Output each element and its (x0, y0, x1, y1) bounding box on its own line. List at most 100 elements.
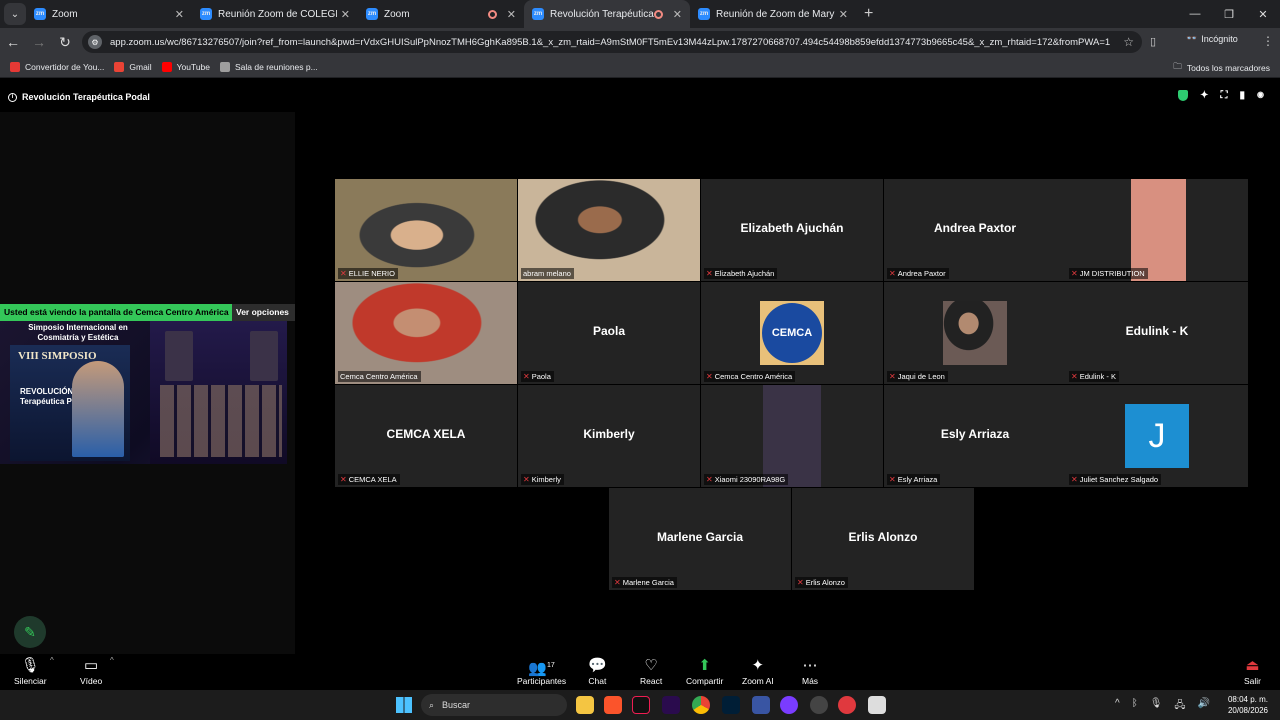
forward-icon[interactable]: → (26, 34, 52, 50)
close-tab-icon[interactable]: ✕ (839, 8, 848, 21)
sidebar-icon[interactable]: ▯ (1150, 35, 1156, 48)
chrome-icon[interactable] (692, 696, 710, 714)
meeting-title: Revolución Terapéutica Podal (22, 92, 150, 102)
react-button[interactable]: ♡ React (640, 656, 662, 686)
browser-menu-icon[interactable]: ⋮ (1262, 34, 1274, 48)
view-options-button[interactable]: Ver opciones (232, 304, 295, 321)
participant-tile[interactable]: ✕ Jaqui de Leon (884, 282, 1066, 384)
tab-search-button[interactable]: ⌄ (4, 3, 26, 25)
file-explorer-icon[interactable] (576, 696, 594, 714)
minimize-button[interactable]: — (1178, 8, 1212, 20)
address-bar[interactable]: ⚙ app.zoom.us/wc/86713276507/join?ref_fr… (82, 31, 1142, 53)
participant-tile[interactable]: Esly Arriaza ✕ Esly Arriaza (884, 385, 1066, 487)
back-icon[interactable]: ← (0, 34, 26, 50)
taskbar-search[interactable]: ⌕ Buscar (421, 694, 567, 716)
close-tab-icon[interactable]: ✕ (673, 8, 682, 21)
photoshop-icon[interactable] (722, 696, 740, 714)
participants-count: 17 (547, 662, 555, 669)
zoom-favicon-icon: zm (698, 8, 710, 20)
bookmark-item[interactable]: Convertidor de You... (10, 61, 104, 72)
participant-tile[interactable]: Cemca Centro América (335, 282, 517, 384)
participant-tile[interactable]: Edulink - K ✕ Edulink - K (1066, 282, 1248, 384)
bookmark-item[interactable]: YouTube (161, 61, 210, 72)
more-button[interactable]: ⋯ Más (802, 656, 818, 686)
participant-tile[interactable]: ✕ JM DISTRIBUTION (1066, 179, 1248, 281)
chevron-up-icon[interactable]: ^ (1115, 698, 1120, 715)
video-options-chevron-icon[interactable]: ^ (110, 656, 114, 665)
ai-companion-icon[interactable]: ✦ (1200, 90, 1208, 101)
reload-icon[interactable]: ↻ (52, 34, 78, 51)
video-label: Vídeo (80, 676, 103, 686)
brave-icon[interactable] (604, 696, 622, 714)
zoom-ai-button[interactable]: ✦ Zoom AI (742, 656, 774, 686)
encryption-shield-icon[interactable] (1178, 90, 1189, 101)
close-tab-icon[interactable]: ✕ (341, 8, 350, 21)
participant-name-label: ✕ Andrea Paxtor (887, 268, 949, 279)
view-layout-icon[interactable]: ▮ (1240, 90, 1246, 101)
participant-tile[interactable]: Andrea Paxtor ✕ Andrea Paxtor (884, 179, 1066, 281)
address-toolbar: ← → ↻ ⚙ app.zoom.us/wc/86713276507/join?… (0, 28, 1280, 56)
meeting-info-icon[interactable]: i (8, 92, 17, 102)
participant-tile[interactable]: ✕ ELLIE NERIO (335, 179, 517, 281)
mute-options-chevron-icon[interactable]: ^ (50, 656, 54, 665)
browser-tab[interactable]: zm Reunión de Zoom de Mary Rob ✕ (690, 0, 856, 28)
bookmark-star-icon[interactable]: ☆ (1123, 35, 1134, 49)
network-icon[interactable]: 🖧 (1174, 698, 1185, 715)
participant-tile[interactable]: ✕ Xiaomi 23090RA98G (701, 385, 883, 487)
volume-icon[interactable]: 🔊 (1198, 698, 1210, 715)
mic-tray-icon[interactable]: 🎙 (1150, 698, 1163, 715)
participant-tile[interactable]: CEMCA ✕ Cemca Centro América (701, 282, 883, 384)
mic-muted-icon: ✕ (523, 372, 530, 381)
shared-screen-content[interactable]: Simposio Internacional en Cosmiatría y E… (0, 321, 287, 464)
participant-name: Paola (531, 372, 551, 381)
url-text[interactable]: app.zoom.us/wc/86713276507/join?ref_from… (110, 37, 1123, 48)
app-icon[interactable] (780, 696, 798, 714)
mic-muted-icon: ✕ (706, 269, 713, 278)
system-clock[interactable]: 08:04 p. m. 20/08/2026 (1228, 694, 1268, 716)
windows-start-icon[interactable] (396, 697, 412, 713)
leave-button[interactable]: ⏏ Salir (1244, 656, 1261, 686)
incognito-indicator[interactable]: 👓 Incógnito (1186, 33, 1238, 44)
app-icon[interactable] (838, 696, 856, 714)
maximize-button[interactable]: ❐ (1212, 8, 1246, 21)
annotate-pencil-icon[interactable]: ✎ (14, 616, 46, 648)
browser-tab[interactable]: zm Zoom ✕ (358, 0, 524, 28)
share-banner: Usted está viendo la pantalla de Cemca C… (0, 304, 295, 321)
chat-button[interactable]: 💬 Chat (588, 656, 607, 686)
bookmark-label: Sala de reuniones p... (235, 61, 318, 72)
share-button[interactable]: ⬆ Compartir (686, 656, 723, 686)
participant-tile[interactable]: Kimberly ✕ Kimberly (518, 385, 700, 487)
participant-name-label: ✕ ELLIE NERIO (338, 268, 398, 279)
participants-button[interactable]: 👥17 Participantes (517, 656, 566, 686)
browser-tab[interactable]: zm Reunión Zoom de COLEGIO MI ✕ (192, 0, 358, 28)
bluetooth-icon[interactable]: ᛒ (1132, 698, 1138, 715)
browser-tab[interactable]: zm Zoom ✕ (26, 0, 192, 28)
tiktok-icon[interactable] (632, 696, 650, 714)
meeting-header: i Revolución Terapéutica Podal ✦ ⛶ ▮ ◉ (0, 88, 1280, 106)
fullscreen-icon[interactable]: ⛶ (1221, 90, 1228, 101)
tab-title: Reunión Zoom de COLEGIO MI (218, 8, 337, 20)
browser-tab[interactable]: zm Revolución Terapéutica Pod ✕ (524, 0, 690, 28)
bookmark-item[interactable]: Gmail (114, 61, 152, 72)
visio-icon[interactable] (752, 696, 770, 714)
participant-tile[interactable]: abram melano (518, 179, 700, 281)
close-tab-icon[interactable]: ✕ (507, 8, 516, 21)
participant-tile[interactable]: J ✕ Juliet Sanchez Salgado (1066, 385, 1248, 487)
close-tab-icon[interactable]: ✕ (175, 8, 184, 21)
mic-muted-icon: ✕ (797, 578, 804, 587)
video-button[interactable]: ▭ Vídeo (80, 656, 102, 686)
mute-button[interactable]: 🎙 Silenciar (14, 656, 47, 686)
participant-tile[interactable]: Elizabeth Ajuchán ✕ Elizabeth Ajuchán (701, 179, 883, 281)
app-icon[interactable] (810, 696, 828, 714)
participant-tile[interactable]: CEMCA XELA ✕ CEMCA XELA (335, 385, 517, 487)
close-window-button[interactable]: ✕ (1246, 8, 1280, 21)
participant-tile[interactable]: Erlis Alonzo ✕ Erlis Alonzo (792, 488, 974, 590)
app-icon[interactable] (868, 696, 886, 714)
premiere-icon[interactable] (662, 696, 680, 714)
participant-tile[interactable]: Marlene Garcia ✕ Marlene Garcia (609, 488, 791, 590)
bookmark-item[interactable]: Sala de reuniones p... (220, 61, 318, 72)
all-bookmarks[interactable]: 🗀 Todos los marcadores (1173, 61, 1270, 75)
new-tab-button[interactable]: + (864, 5, 873, 23)
participant-tile[interactable]: Paola ✕ Paola (518, 282, 700, 384)
site-info-icon[interactable]: ⚙ (88, 35, 102, 49)
